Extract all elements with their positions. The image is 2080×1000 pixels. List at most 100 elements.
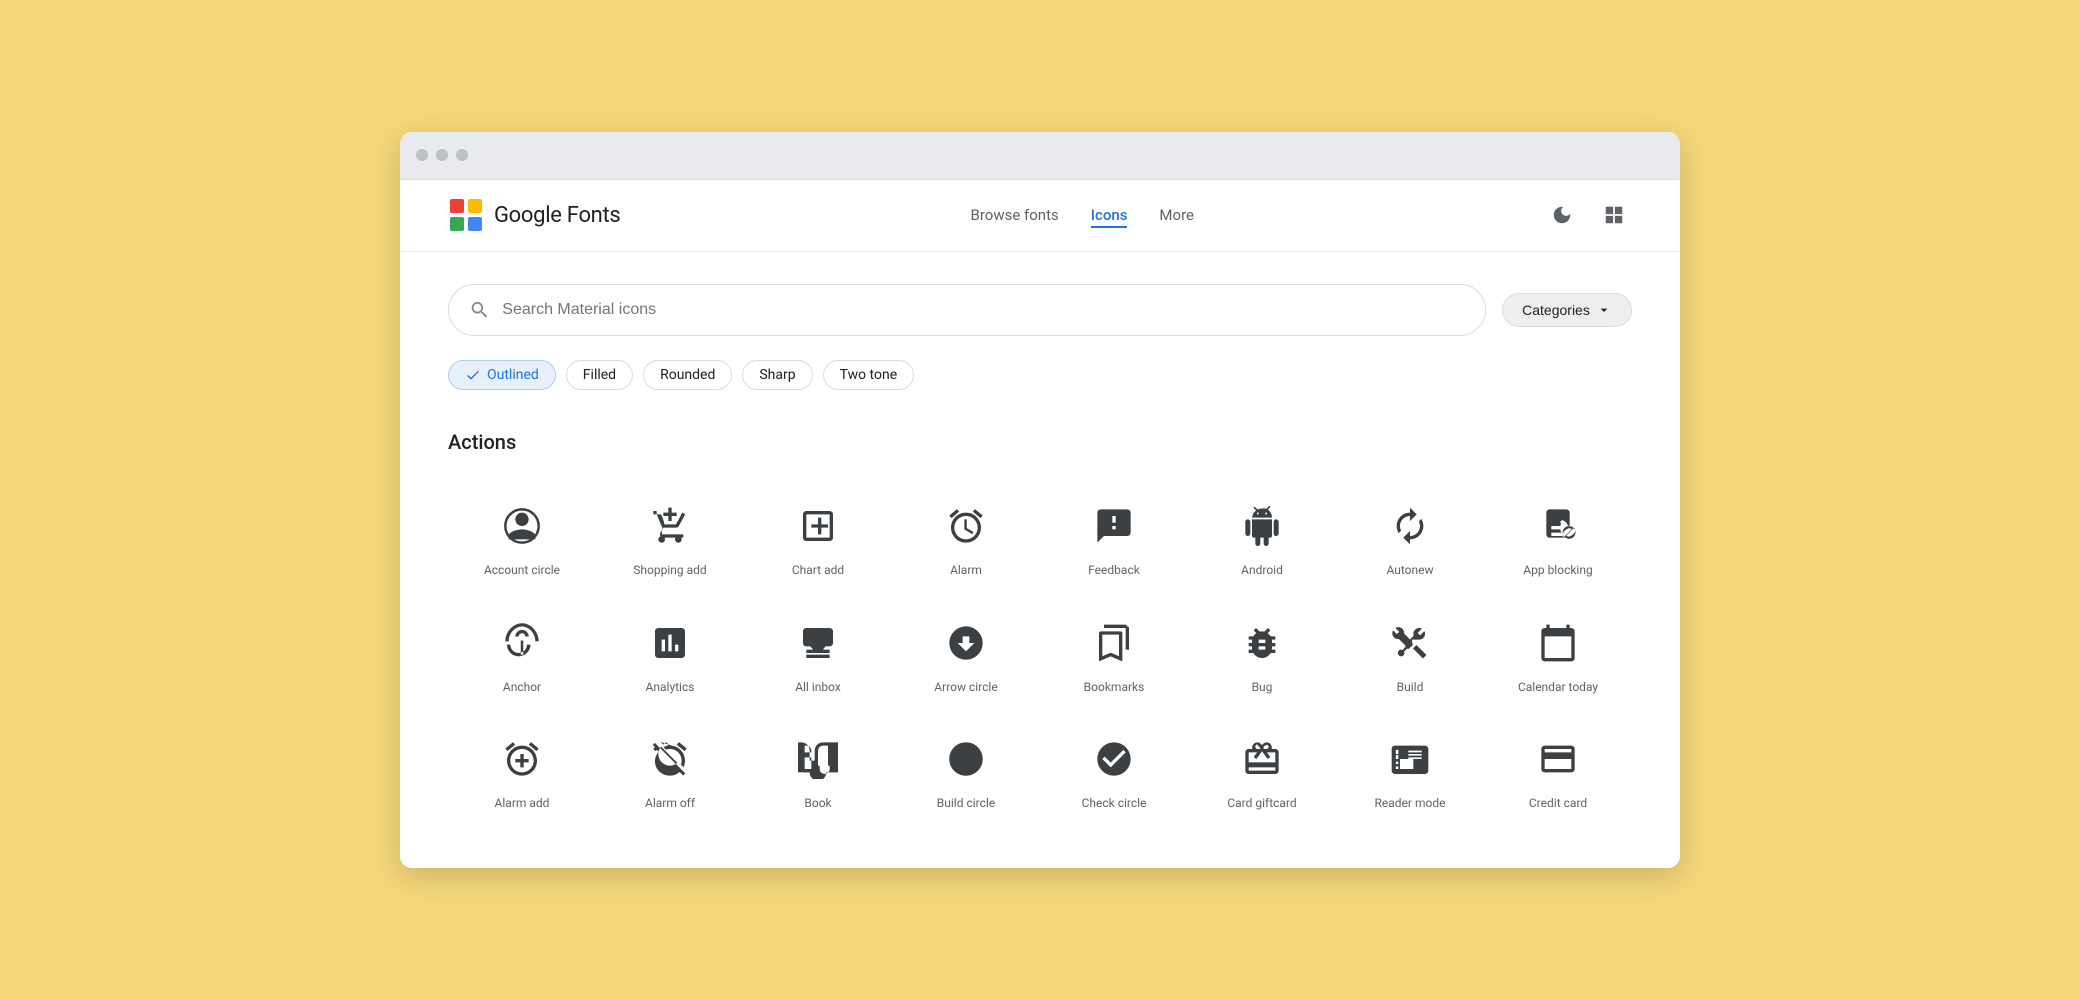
icon-item-alarm[interactable]: Alarm <box>892 478 1040 595</box>
icon-label-reader-mode: Reader mode <box>1375 795 1446 812</box>
icon-label-alarm-add: Alarm add <box>495 795 550 812</box>
search-and-categories: Categories <box>448 284 1632 336</box>
icon-label-bug: Bug <box>1252 679 1273 696</box>
build-icon <box>1386 619 1434 667</box>
check-icon <box>465 367 481 383</box>
bookmarks-icon <box>1090 619 1138 667</box>
icon-label-shopping-add: Shopping add <box>633 562 706 579</box>
book-icon <box>794 735 842 783</box>
content-area: Actions Account circle Shopping add <box>400 430 1680 868</box>
icon-label-build-circle: Build circle <box>937 795 995 812</box>
browser-dot-yellow <box>436 149 448 161</box>
chevron-down-icon <box>1596 302 1612 318</box>
icon-label-card-giftcard: Card giftcard <box>1227 795 1296 812</box>
chip-two-tone[interactable]: Two tone <box>823 360 915 390</box>
theme-icon <box>1551 204 1573 226</box>
icon-label-android: Android <box>1241 562 1283 579</box>
card-giftcard-icon <box>1238 735 1286 783</box>
search-input[interactable] <box>502 301 1465 319</box>
icon-item-bug[interactable]: Bug <box>1188 595 1336 712</box>
alarm-icon <box>942 502 990 550</box>
icon-item-reader-mode[interactable]: Reader mode <box>1336 711 1484 828</box>
icon-item-arrow-circle[interactable]: Arrow circle <box>892 595 1040 712</box>
logo-text: Google Fonts <box>494 203 621 228</box>
shopping-add-icon <box>646 502 694 550</box>
icon-label-analytics: Analytics <box>646 679 695 696</box>
calendar-today-icon <box>1534 619 1582 667</box>
icon-item-autonew[interactable]: Autonew <box>1336 478 1484 595</box>
alarm-off-icon <box>646 735 694 783</box>
chip-outlined[interactable]: Outlined <box>448 360 556 390</box>
icon-item-feedback[interactable]: Feedback <box>1040 478 1188 595</box>
nav-icons[interactable]: Icons <box>1091 202 1128 228</box>
icon-item-build[interactable]: Build <box>1336 595 1484 712</box>
icon-item-account-circle[interactable]: Account circle <box>448 478 596 595</box>
nav-actions <box>1544 197 1632 233</box>
theme-toggle-button[interactable] <box>1544 197 1580 233</box>
nav-links: Browse fonts Icons More <box>971 202 1194 228</box>
icon-item-chart-add[interactable]: Chart add <box>744 478 892 595</box>
icon-item-all-inbox[interactable]: All inbox <box>744 595 892 712</box>
grid-view-button[interactable] <box>1596 197 1632 233</box>
icon-label-all-inbox: All inbox <box>795 679 841 696</box>
check-circle-icon <box>1090 735 1138 783</box>
browser-content: Google Fonts Browse fonts Icons More <box>400 180 1680 868</box>
icon-label-account-circle: Account circle <box>484 562 560 579</box>
icon-item-calendar-today[interactable]: Calendar today <box>1484 595 1632 712</box>
icon-label-feedback: Feedback <box>1088 562 1140 579</box>
icon-label-build: Build <box>1397 679 1424 696</box>
icon-item-check-circle[interactable]: Check circle <box>1040 711 1188 828</box>
grid-icon <box>1603 204 1625 226</box>
chip-filled[interactable]: Filled <box>566 360 633 390</box>
icon-item-android[interactable]: Android <box>1188 478 1336 595</box>
chart-add-icon <box>794 502 842 550</box>
icon-item-alarm-add[interactable]: Alarm add <box>448 711 596 828</box>
nav-more[interactable]: More <box>1159 202 1194 228</box>
search-icon <box>469 299 490 321</box>
feedback-icon <box>1090 502 1138 550</box>
nav-browse-fonts[interactable]: Browse fonts <box>971 202 1059 228</box>
icon-item-shopping-add[interactable]: Shopping add <box>596 478 744 595</box>
header: Google Fonts Browse fonts Icons More <box>400 180 1680 252</box>
icon-item-card-giftcard[interactable]: Card giftcard <box>1188 711 1336 828</box>
icon-label-bookmarks: Bookmarks <box>1084 679 1145 696</box>
icon-label-book: Book <box>804 795 831 812</box>
autonew-icon <box>1386 502 1434 550</box>
arrow-circle-icon <box>942 619 990 667</box>
chip-rounded[interactable]: Rounded <box>643 360 732 390</box>
browser-window: Google Fonts Browse fonts Icons More <box>400 132 1680 868</box>
browser-chrome <box>400 132 1680 180</box>
google-fonts-logo-icon <box>448 197 484 233</box>
icon-label-autonew: Autonew <box>1386 562 1433 579</box>
categories-button[interactable]: Categories <box>1502 293 1632 327</box>
icon-item-bookmarks[interactable]: Bookmarks <box>1040 595 1188 712</box>
icon-label-alarm-off: Alarm off <box>645 795 695 812</box>
logo-area: Google Fonts <box>448 197 621 233</box>
credit-card-icon <box>1534 735 1582 783</box>
icon-label-alarm: Alarm <box>950 562 982 579</box>
search-section: Categories <box>400 252 1680 352</box>
icon-item-book[interactable]: Book <box>744 711 892 828</box>
icon-item-build-circle[interactable]: Build circle <box>892 711 1040 828</box>
analytics-icon <box>646 619 694 667</box>
all-inbox-icon <box>794 619 842 667</box>
browser-dot-green <box>456 149 468 161</box>
app-blocking-icon <box>1534 502 1582 550</box>
icon-item-alarm-off[interactable]: Alarm off <box>596 711 744 828</box>
icon-label-calendar-today: Calendar today <box>1518 679 1598 696</box>
icons-grid: Account circle Shopping add Chart add <box>448 478 1632 828</box>
icon-label-chart-add: Chart add <box>792 562 844 579</box>
anchor-icon <box>498 619 546 667</box>
chip-sharp[interactable]: Sharp <box>742 360 812 390</box>
filter-chips: Outlined Filled Rounded Sharp Two tone <box>400 352 1680 414</box>
icon-item-app-blocking[interactable]: App blocking <box>1484 478 1632 595</box>
icon-label-anchor: Anchor <box>503 679 541 696</box>
icon-label-check-circle: Check circle <box>1082 795 1147 812</box>
build-circle-icon <box>942 735 990 783</box>
icon-item-credit-card[interactable]: Credit card <box>1484 711 1632 828</box>
icon-label-arrow-circle: Arrow circle <box>934 679 997 696</box>
icon-item-analytics[interactable]: Analytics <box>596 595 744 712</box>
alarm-add-icon <box>498 735 546 783</box>
account-circle-icon <box>498 502 546 550</box>
icon-item-anchor[interactable]: Anchor <box>448 595 596 712</box>
